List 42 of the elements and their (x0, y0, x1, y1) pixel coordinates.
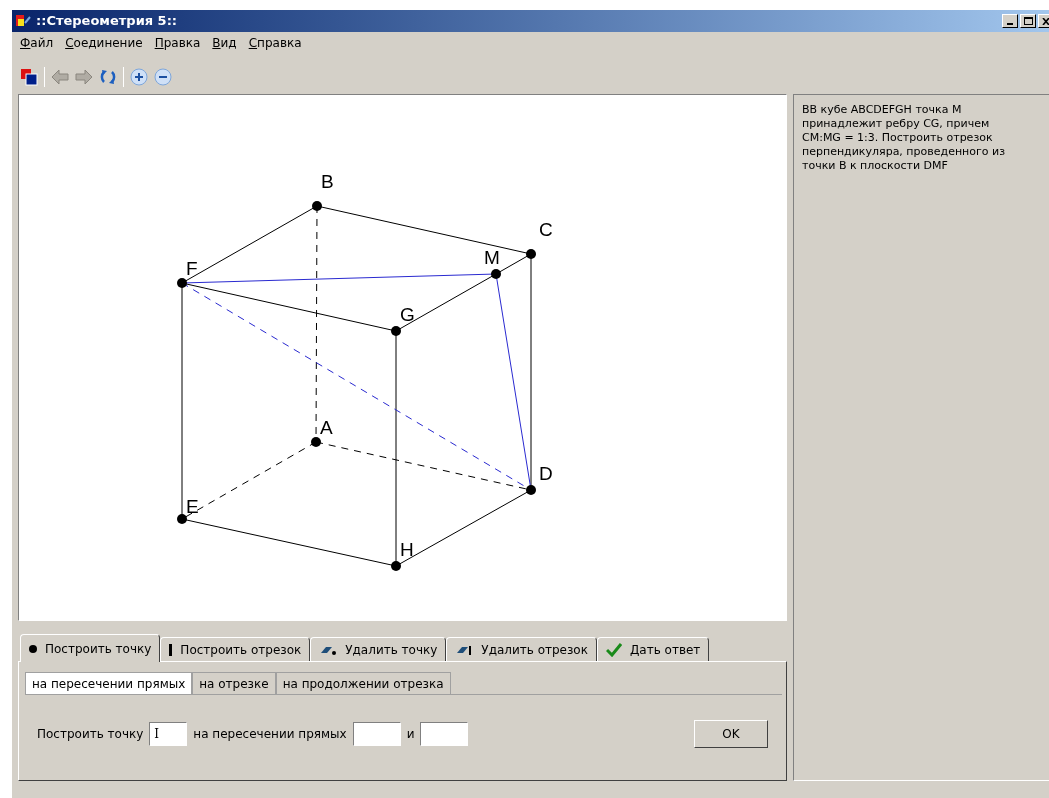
subtab[interactable]: на продолжении отрезка (275, 672, 451, 694)
tab[interactable]: Дать ответ (596, 637, 710, 661)
zoom-in-icon[interactable] (130, 68, 148, 86)
point-label: F (186, 258, 198, 279)
point-label: M (484, 247, 500, 268)
zoom-out-icon[interactable] (154, 68, 172, 86)
form-label: и (406, 726, 415, 743)
point-label: A (320, 417, 333, 438)
point-label: C (539, 219, 553, 240)
line-field[interactable] (352, 722, 401, 746)
point-name-field[interactable]: I (149, 722, 188, 746)
point-label: G (400, 304, 415, 325)
menu-item[interactable]: Файл (20, 34, 54, 52)
ok-button[interactable]: OK (694, 720, 768, 748)
refresh-icon[interactable] (99, 68, 117, 86)
point-label: H (400, 539, 414, 560)
bar-icon (169, 643, 173, 656)
minimize-button[interactable] (1002, 14, 1018, 28)
tab[interactable]: Построить отрезок (160, 637, 311, 661)
form-label: Построить точку (37, 726, 144, 743)
maximize-button[interactable] (1020, 14, 1036, 28)
eraser-icon (455, 643, 474, 656)
line-field[interactable] (420, 722, 469, 746)
subtab[interactable]: на пересечении прямых (25, 672, 193, 694)
form-label: на пересечении прямых (193, 726, 347, 743)
menu-item[interactable]: Соединение (65, 34, 143, 52)
app-icon (16, 14, 32, 28)
drawing-canvas[interactable]: B C M F G A D E H (18, 94, 787, 621)
point-label: D (539, 463, 553, 484)
task-text: ВВ кубе ABCDEFGH точка М принадлежит ребру CG, причем CM:MG = 1:3. Построить отрезок перпендикуляра, проведенного из точки В к плоскости DMF (802, 103, 1006, 173)
checkmark-icon (605, 642, 622, 657)
point-label: B (321, 171, 334, 192)
tab[interactable]: Удалить точку (310, 637, 447, 661)
menu-item[interactable]: Правка (154, 34, 201, 52)
menu-item[interactable]: Справка (248, 34, 302, 52)
subtab[interactable]: на отрезке (192, 672, 276, 694)
color-squares-icon[interactable] (20, 68, 38, 86)
window-title: ::Стереометрия 5:: (36, 12, 178, 31)
point-label: E (186, 496, 199, 517)
tab[interactable]: Построить точку (20, 634, 161, 662)
tab[interactable]: Удалить отрезок (446, 637, 597, 661)
menu-item[interactable]: Вид (212, 34, 237, 52)
